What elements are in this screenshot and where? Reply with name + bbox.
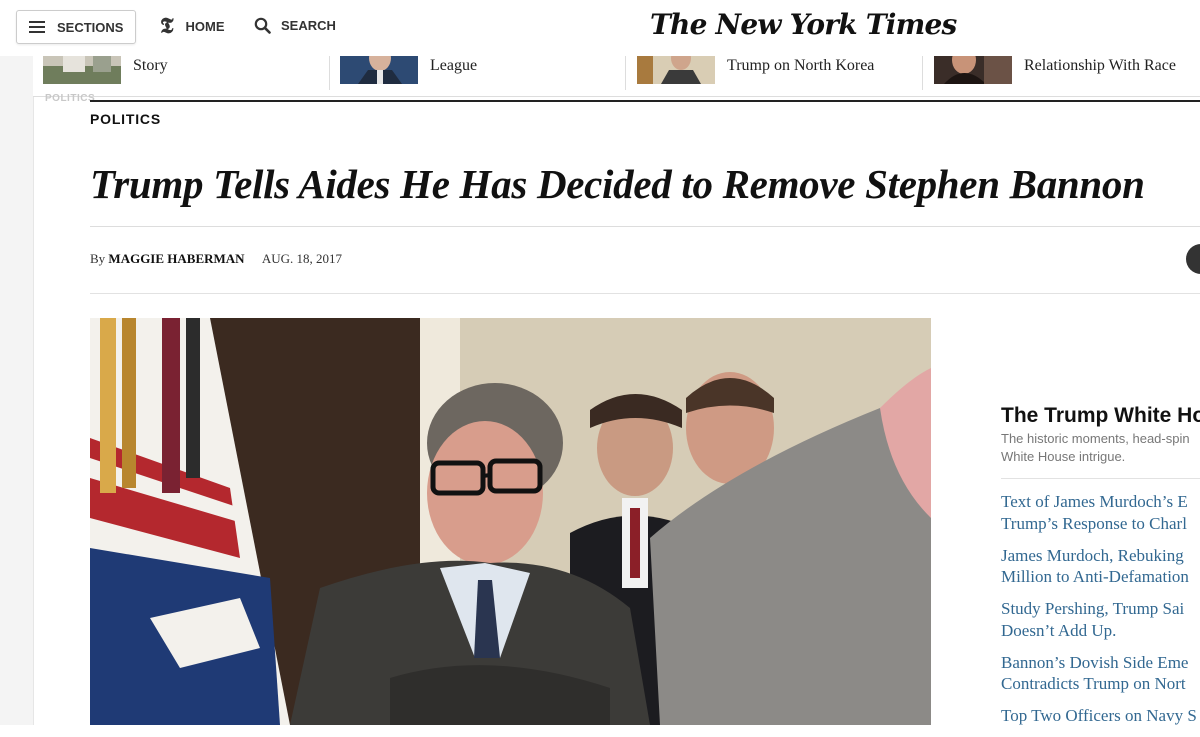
sidebar-link[interactable]: Study Pershing, Trump Sai Doesn’t Add Up… (1001, 598, 1200, 641)
author-name[interactable]: MAGGIE HABERMAN (108, 251, 244, 266)
left-margin-strip (0, 0, 34, 725)
masthead-logo[interactable]: The New York Times (650, 8, 957, 41)
sidebar-trump-white-house: The Trump White Ho The historic moments,… (1001, 404, 1200, 737)
search-link[interactable]: SEARCH (254, 17, 336, 34)
header-rule (90, 100, 1200, 102)
top-navigation-bar: SECTIONS 𝕿 HOME SEARCH The New York Time… (0, 0, 1200, 56)
sidebar-title[interactable]: The Trump White Ho (1001, 404, 1200, 428)
sections-label: SECTIONS (57, 19, 124, 35)
search-label: SEARCH (281, 18, 336, 33)
sidebar-divider (1001, 478, 1200, 479)
nyt-t-logo-icon: 𝕿 (160, 13, 174, 38)
sidebar-link[interactable]: Bannon’s Dovish Side Eme Contradicts Tru… (1001, 652, 1200, 695)
share-icon[interactable] (1186, 244, 1200, 274)
byline-divider (90, 293, 1200, 294)
sidebar-link[interactable]: Top Two Officers on Navy S (1001, 705, 1200, 727)
byline: By MAGGIE HABERMAN AUG. 18, 2017 (90, 251, 342, 267)
section-label-faded: POLITICS (45, 93, 96, 104)
sidebar-link[interactable]: James Murdoch, Rebuking Million to Anti-… (1001, 545, 1200, 588)
home-label: HOME (185, 18, 225, 34)
byline-prefix: By (90, 251, 106, 266)
hamburger-menu-icon (29, 21, 45, 33)
home-link[interactable]: 𝕿 HOME (160, 13, 225, 38)
headline-divider (90, 226, 1200, 227)
sidebar-link[interactable]: Text of James Murdoch’s E Trump’s Respon… (1001, 491, 1200, 534)
article-headline: Trump Tells Aides He Has Decided to Remo… (90, 161, 1145, 207)
search-icon (254, 17, 271, 34)
sidebar-link-list: Text of James Murdoch’s E Trump’s Respon… (1001, 491, 1200, 727)
lead-photo (90, 318, 931, 725)
article-kicker[interactable]: POLITICS (90, 111, 161, 127)
sections-button[interactable]: SECTIONS (16, 10, 136, 44)
publish-date: AUG. 18, 2017 (261, 251, 342, 266)
sidebar-description: The historic moments, head-spin White Ho… (1001, 431, 1190, 464)
